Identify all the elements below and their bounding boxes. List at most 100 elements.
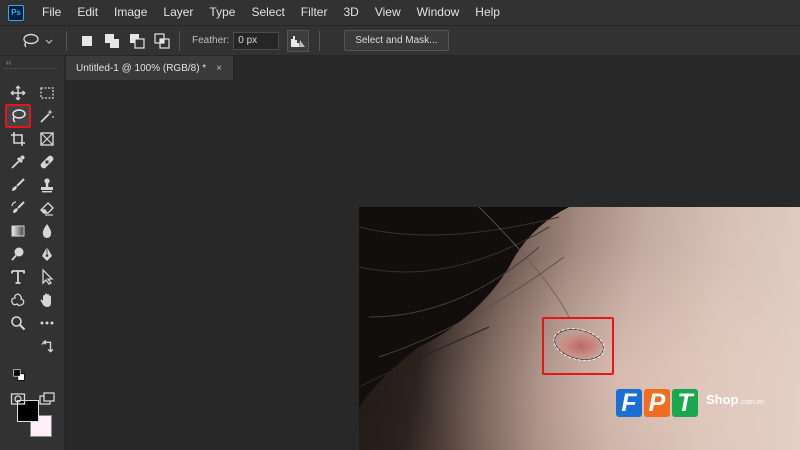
swap-arrows-icon [41,340,54,353]
menu-filter[interactable]: Filter [293,0,336,25]
pen-tool[interactable] [36,244,58,264]
blur-tool[interactable] [36,221,58,241]
menu-bar: Ps File Edit Image Layer Type Select Fil… [0,0,800,25]
brush-icon [12,178,25,191]
magic-wand-tool[interactable] [36,106,58,126]
divider [66,30,67,51]
anti-alias-toggle[interactable] [287,29,310,52]
lasso-icon [12,109,26,123]
type-icon [11,270,25,284]
move-icon [10,85,26,101]
menu-file[interactable]: File [34,0,69,25]
eraser-tool[interactable] [36,198,58,218]
options-bar: Feather: Select and Mask... [0,25,800,56]
clone-stamp-tool[interactable] [36,175,58,195]
fpt-letter-p: P [644,389,670,417]
stamp-icon [41,178,53,193]
photoshop-window: Ps File Edit Image Layer Type Select Fil… [0,0,800,450]
document-tab-title: Untitled-1 @ 100% (RGB/8) * [76,62,207,74]
brush-tool[interactable] [7,175,29,195]
lasso-tool[interactable] [5,104,31,128]
gradient-icon [11,225,25,237]
frame-icon [40,132,54,146]
menu-window[interactable]: Window [409,0,468,25]
custom-shape-tool[interactable] [7,290,29,310]
menu-help[interactable]: Help [467,0,508,25]
quick-mask-icon [10,393,26,405]
lasso-icon [23,33,39,47]
menu-3d[interactable]: 3D [335,0,366,25]
intersect-with-selection-icon [154,32,170,49]
menu-edit[interactable]: Edit [69,0,106,25]
selection-highlight-box [542,317,614,375]
rectangular-marquee-tool[interactable] [36,83,58,103]
default-colors-button[interactable] [13,369,25,381]
menu-select[interactable]: Select [243,0,292,25]
hand-icon [40,293,51,307]
app-logo: Ps [8,4,24,21]
zoom-icon [11,316,26,331]
dodge-tool[interactable] [7,244,29,264]
close-icon[interactable]: × [216,63,222,74]
screen-mode-icon [39,392,55,405]
drop-icon [42,224,52,238]
eraser-icon [40,202,54,216]
gradient-tool[interactable] [7,221,29,241]
new-selection-button[interactable] [78,32,96,50]
eyedropper-tool[interactable] [7,152,29,172]
more-icon [40,321,54,325]
add-to-selection-icon [105,33,119,48]
screen-mode-button[interactable] [36,389,58,409]
pen-icon [42,247,52,261]
fpt-letter-f: F [616,389,642,417]
feather-label: Feather: [192,35,230,46]
add-to-selection-button[interactable] [103,32,121,50]
move-tool[interactable] [7,83,29,103]
frame-tool[interactable] [36,129,58,149]
select-and-mask-button[interactable]: Select and Mask... [344,30,449,51]
divider [319,30,321,51]
tools-panel: ‹‹ [0,56,65,450]
zoom-tool[interactable] [7,313,29,333]
history-brush-tool[interactable] [7,198,29,218]
menu-image[interactable]: Image [106,0,155,25]
crop-tool[interactable] [7,129,29,149]
subtract-from-selection-icon [130,33,145,49]
type-tool[interactable] [7,267,29,287]
new-selection-icon [82,35,92,46]
swap-colors-button[interactable] [40,340,54,354]
collapse-panel-button[interactable]: ‹‹ [6,58,11,67]
magic-wand-icon [40,109,54,123]
intersect-with-selection-button[interactable] [153,32,171,50]
divider [179,30,180,51]
subtract-from-selection-button[interactable] [128,32,146,50]
dodge-icon [11,247,24,261]
document-tab[interactable]: Untitled-1 @ 100% (RGB/8) * × [66,56,234,80]
history-brush-icon [11,201,25,213]
quick-mask-button[interactable] [7,389,29,409]
panel-grip[interactable] [4,68,58,70]
arrow-pointer-icon [42,269,54,285]
rectangular-marquee-icon [40,87,54,99]
chevron-down-icon [45,39,53,44]
feather-input[interactable] [233,31,280,50]
hair-strands [359,207,569,407]
document-tab-bar: Untitled-1 @ 100% (RGB/8) * × [66,56,800,80]
menu-view[interactable]: View [367,0,409,25]
fpt-shop-watermark: F P T Shop .com.vn [616,389,764,417]
bandage-icon [40,155,54,169]
fpt-letter-t: T [672,389,698,417]
custom-shape-icon [11,293,25,307]
edit-toolbar-button[interactable] [36,313,58,333]
fpt-domain-text: .com.vn [739,399,765,406]
menu-layer[interactable]: Layer [155,0,201,25]
path-selection-tool[interactable] [36,267,58,287]
menu-type[interactable]: Type [201,0,243,25]
eyedropper-icon [11,155,25,169]
spot-healing-brush-tool[interactable] [36,152,58,172]
hand-tool[interactable] [36,290,58,310]
anti-alias-icon [291,35,306,47]
tool-preset-picker[interactable] [20,33,60,49]
fpt-shop-text: Shop [706,392,739,407]
crop-icon [11,132,25,146]
